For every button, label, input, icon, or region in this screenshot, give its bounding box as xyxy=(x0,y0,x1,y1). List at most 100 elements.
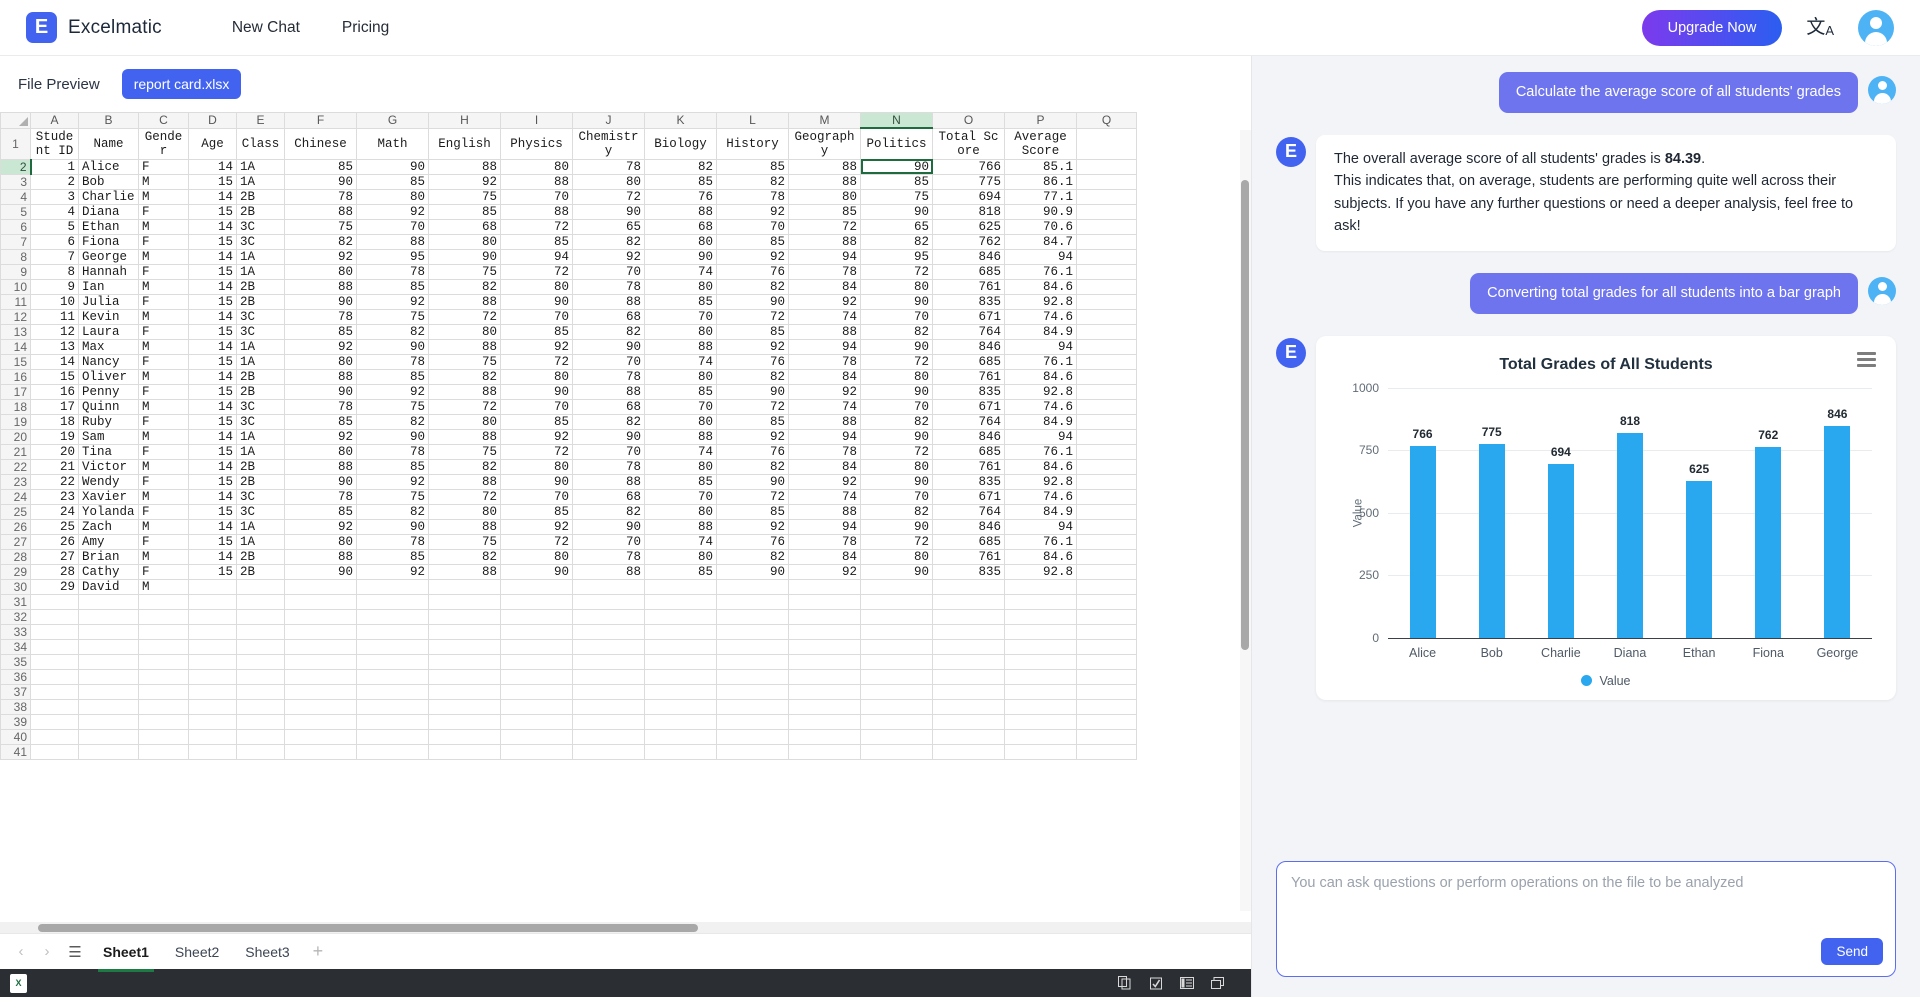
cell-D17[interactable]: 15 xyxy=(189,384,237,399)
header-cell[interactable] xyxy=(1077,128,1137,159)
cell-Q2[interactable] xyxy=(1077,159,1137,174)
cell-F36[interactable] xyxy=(285,669,357,684)
cell-E38[interactable] xyxy=(237,699,285,714)
cell-E3[interactable]: 1A xyxy=(237,174,285,189)
cell-O2[interactable]: 766 xyxy=(933,159,1005,174)
cell-M16[interactable]: 84 xyxy=(789,369,861,384)
cell-A36[interactable] xyxy=(31,669,79,684)
cell-N23[interactable]: 90 xyxy=(861,474,933,489)
cell-L41[interactable] xyxy=(717,744,789,759)
cell-D13[interactable]: 15 xyxy=(189,324,237,339)
cell-A37[interactable] xyxy=(31,684,79,699)
cell-Q30[interactable] xyxy=(1077,579,1137,594)
cell-C28[interactable]: M xyxy=(139,549,189,564)
cell-F39[interactable] xyxy=(285,714,357,729)
column-header-F[interactable]: F xyxy=(285,113,357,129)
cell-G13[interactable]: 82 xyxy=(357,324,429,339)
cell-C35[interactable] xyxy=(139,654,189,669)
cell-K21[interactable]: 74 xyxy=(645,444,717,459)
cell-O17[interactable]: 835 xyxy=(933,384,1005,399)
cell-Q23[interactable] xyxy=(1077,474,1137,489)
cell-Q15[interactable] xyxy=(1077,354,1137,369)
cell-G7[interactable]: 88 xyxy=(357,234,429,249)
cell-B14[interactable]: Max xyxy=(79,339,139,354)
column-header-A[interactable]: A xyxy=(31,113,79,129)
row-header-34[interactable]: 34 xyxy=(1,639,31,654)
cell-P25[interactable]: 84.9 xyxy=(1005,504,1077,519)
cell-K20[interactable]: 88 xyxy=(645,429,717,444)
vertical-scrollbar-thumb[interactable] xyxy=(1241,180,1249,650)
row-header-13[interactable]: 13 xyxy=(1,324,31,339)
cell-C40[interactable] xyxy=(139,729,189,744)
cell-A27[interactable]: 26 xyxy=(31,534,79,549)
cell-Q26[interactable] xyxy=(1077,519,1137,534)
cell-F14[interactable]: 92 xyxy=(285,339,357,354)
cell-O11[interactable]: 835 xyxy=(933,294,1005,309)
cell-O37[interactable] xyxy=(933,684,1005,699)
cell-E35[interactable] xyxy=(237,654,285,669)
cell-J29[interactable]: 88 xyxy=(573,564,645,579)
cell-G32[interactable] xyxy=(357,609,429,624)
cell-I23[interactable]: 90 xyxy=(501,474,573,489)
cell-E33[interactable] xyxy=(237,624,285,639)
cell-G22[interactable]: 85 xyxy=(357,459,429,474)
cell-D8[interactable]: 14 xyxy=(189,249,237,264)
cell-K13[interactable]: 80 xyxy=(645,324,717,339)
cell-P29[interactable]: 92.8 xyxy=(1005,564,1077,579)
header-cell[interactable]: Age xyxy=(189,128,237,159)
cell-G19[interactable]: 82 xyxy=(357,414,429,429)
cell-J21[interactable]: 70 xyxy=(573,444,645,459)
cell-C25[interactable]: F xyxy=(139,504,189,519)
cell-I22[interactable]: 80 xyxy=(501,459,573,474)
cell-M33[interactable] xyxy=(789,624,861,639)
cell-D25[interactable]: 15 xyxy=(189,504,237,519)
cell-G24[interactable]: 75 xyxy=(357,489,429,504)
cell-P21[interactable]: 76.1 xyxy=(1005,444,1077,459)
chart-bar[interactable] xyxy=(1824,426,1850,638)
chart-bar[interactable] xyxy=(1617,433,1643,638)
cell-N34[interactable] xyxy=(861,639,933,654)
cell-J5[interactable]: 90 xyxy=(573,204,645,219)
cell-Q11[interactable] xyxy=(1077,294,1137,309)
cell-D32[interactable] xyxy=(189,609,237,624)
cell-F25[interactable]: 85 xyxy=(285,504,357,519)
cell-K34[interactable] xyxy=(645,639,717,654)
cell-B2[interactable]: Alice xyxy=(79,159,139,174)
cell-D35[interactable] xyxy=(189,654,237,669)
cell-M3[interactable]: 88 xyxy=(789,174,861,189)
cell-H32[interactable] xyxy=(429,609,501,624)
cell-B37[interactable] xyxy=(79,684,139,699)
cell-A5[interactable]: 4 xyxy=(31,204,79,219)
cell-A17[interactable]: 16 xyxy=(31,384,79,399)
cell-K31[interactable] xyxy=(645,594,717,609)
cell-E40[interactable] xyxy=(237,729,285,744)
cell-N24[interactable]: 70 xyxy=(861,489,933,504)
cell-J30[interactable] xyxy=(573,579,645,594)
cell-A6[interactable]: 5 xyxy=(31,219,79,234)
cell-A29[interactable]: 28 xyxy=(31,564,79,579)
cell-A8[interactable]: 7 xyxy=(31,249,79,264)
copy-sheet-icon[interactable] xyxy=(1117,976,1132,990)
cell-O24[interactable]: 671 xyxy=(933,489,1005,504)
cell-D29[interactable]: 15 xyxy=(189,564,237,579)
cell-B19[interactable]: Ruby xyxy=(79,414,139,429)
cell-P27[interactable]: 76.1 xyxy=(1005,534,1077,549)
cell-N18[interactable]: 70 xyxy=(861,399,933,414)
row-header-4[interactable]: 4 xyxy=(1,189,31,204)
cell-Q39[interactable] xyxy=(1077,714,1137,729)
cell-M7[interactable]: 88 xyxy=(789,234,861,249)
cell-O4[interactable]: 694 xyxy=(933,189,1005,204)
cell-C37[interactable] xyxy=(139,684,189,699)
cell-C33[interactable] xyxy=(139,624,189,639)
cell-N30[interactable] xyxy=(861,579,933,594)
cell-K38[interactable] xyxy=(645,699,717,714)
cell-Q21[interactable] xyxy=(1077,444,1137,459)
cell-N6[interactable]: 65 xyxy=(861,219,933,234)
cell-M18[interactable]: 74 xyxy=(789,399,861,414)
cell-N11[interactable]: 90 xyxy=(861,294,933,309)
cell-M4[interactable]: 80 xyxy=(789,189,861,204)
cell-J13[interactable]: 82 xyxy=(573,324,645,339)
cell-M5[interactable]: 85 xyxy=(789,204,861,219)
cell-D12[interactable]: 14 xyxy=(189,309,237,324)
cell-M12[interactable]: 74 xyxy=(789,309,861,324)
